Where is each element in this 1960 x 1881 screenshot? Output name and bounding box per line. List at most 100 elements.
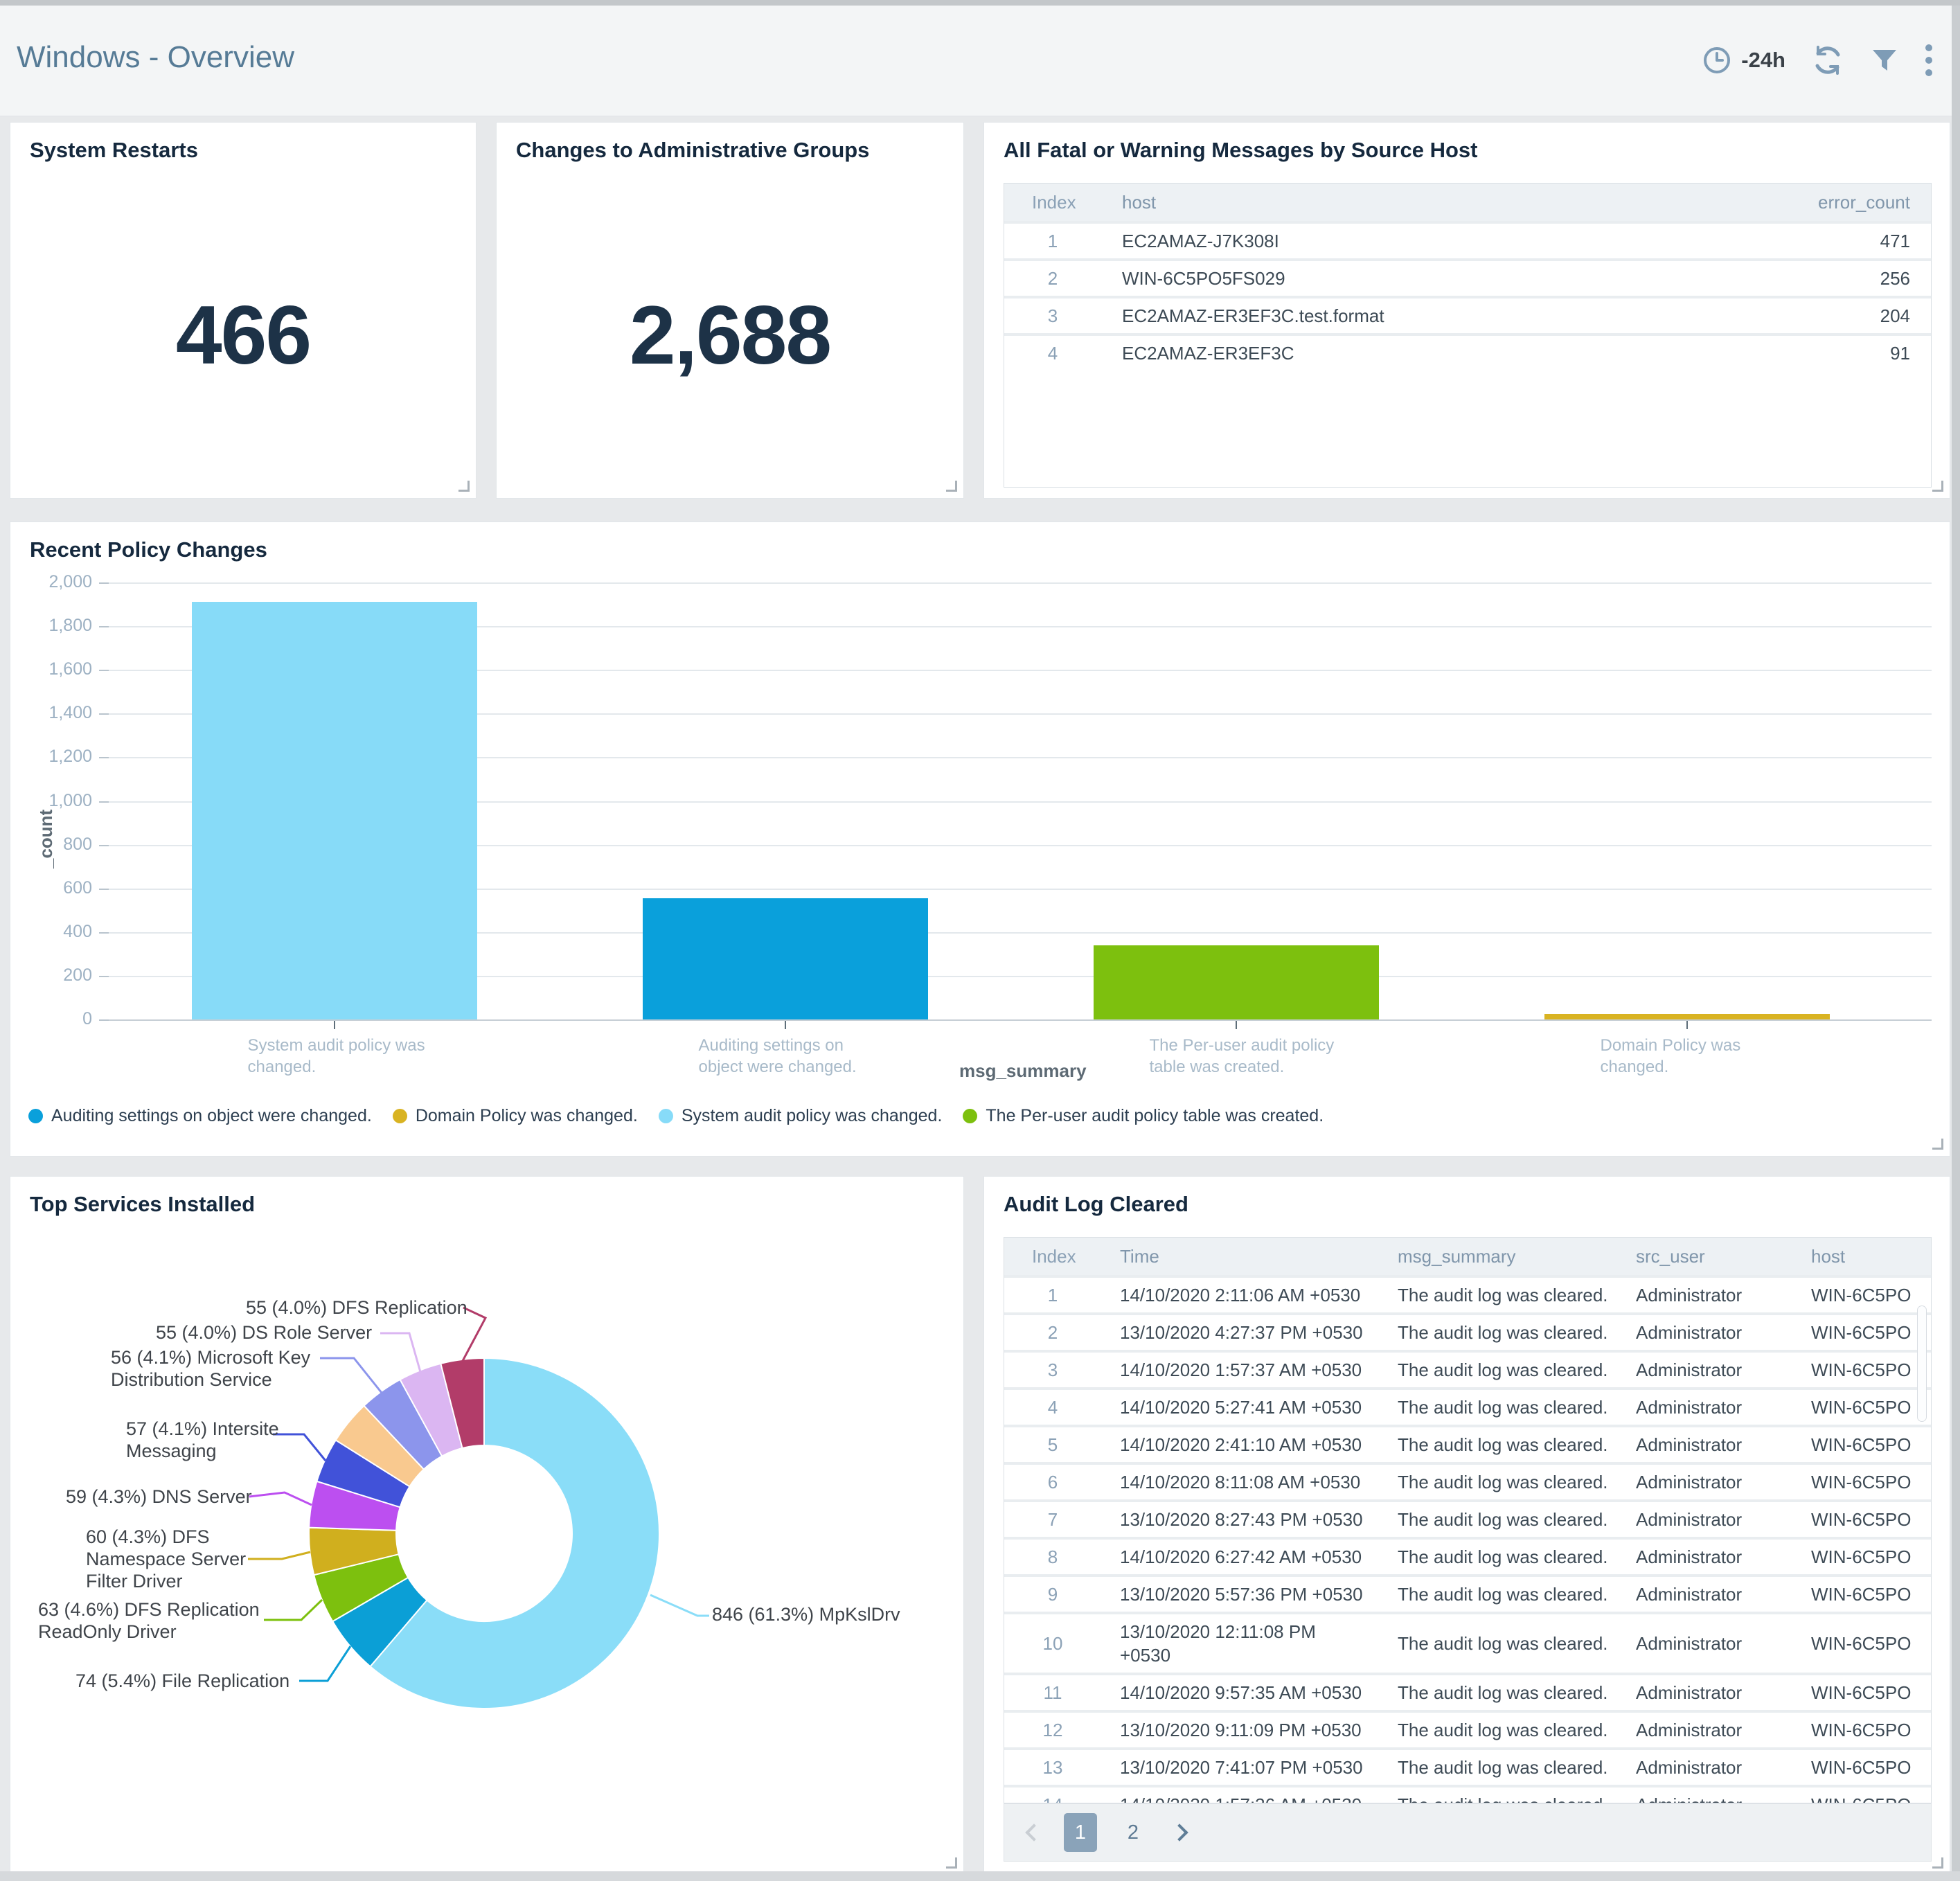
- y-tick: [99, 975, 109, 977]
- cell-host: WIN-6C5PO: [1811, 1359, 1912, 1380]
- table-row: 1 14/10/2020 2:11:06 AM +0530 The audit lo…: [1004, 1275, 1931, 1312]
- column-header-index[interactable]: Index: [1004, 192, 1101, 213]
- table-row: 1 EC2AMAZ-J7K308I 471: [1004, 221, 1931, 258]
- cell-host: WIN-6C5PO: [1811, 1546, 1912, 1567]
- table-scrollbar-thumb[interactable]: [1917, 1305, 1927, 1422]
- cell-host: WIN-6C5PO: [1811, 1756, 1912, 1778]
- column-header-index[interactable]: Index: [1004, 1246, 1101, 1267]
- cell-src-user: Administrator: [1636, 1756, 1743, 1778]
- pagination-next-icon[interactable]: [1170, 1824, 1188, 1842]
- cell-index: 2: [1047, 267, 1058, 289]
- y-tick-label: 600: [63, 877, 92, 898]
- x-tick-label: Domain Policy was changed.: [1600, 1036, 1741, 1076]
- donut-leader-line: [273, 1433, 327, 1461]
- cell-msg-summary: The audit log was cleared.: [1398, 1284, 1608, 1305]
- table-row: 4 EC2AMAZ-ER3EF3C 91: [1004, 333, 1931, 371]
- x-tick: [1235, 1021, 1237, 1029]
- donut-slice-label: 60 (4.3%) DFS Namespace Server Filter Dr…: [86, 1526, 247, 1592]
- table-header-row: Index host error_count: [1004, 184, 1931, 221]
- panel-system-restarts: System Restarts 466: [10, 122, 476, 499]
- cell-time: 14/10/2020 1:57:37 AM +0530: [1120, 1360, 1362, 1380]
- kebab-menu-icon[interactable]: [1925, 44, 1932, 76]
- cell-msg-summary: The audit log was cleared.: [1398, 1632, 1608, 1654]
- header-controls: -24h: [1702, 44, 1932, 76]
- donut-leader-line: [248, 1551, 311, 1560]
- cell-host: WIN-6C5PO: [1811, 1583, 1912, 1605]
- cell-host: WIN-6C5PO: [1811, 1396, 1912, 1418]
- table-row: 10 13/10/2020 12:11:08 PM +0530 The audit …: [1004, 1612, 1931, 1673]
- bar-3[interactable]: [1093, 945, 1379, 1019]
- table-header-row: Index Time msg_summary src_user host: [1004, 1238, 1931, 1275]
- column-header-host[interactable]: host: [1792, 1246, 1931, 1267]
- cell-src-user: Administrator: [1636, 1546, 1743, 1567]
- time-range-control[interactable]: -24h: [1702, 46, 1785, 75]
- cell-index: 4: [1047, 342, 1058, 364]
- legend-label: Auditing settings on object were changed…: [51, 1106, 372, 1125]
- x-axis-title: msg_summary: [959, 1060, 1087, 1081]
- cell-src-user: Administrator: [1636, 1632, 1743, 1654]
- legend-label: Domain Policy was changed.: [415, 1106, 638, 1125]
- cell-error-count: 256: [1880, 267, 1910, 289]
- cell-time: 13/10/2020 5:57:36 PM +0530: [1120, 1584, 1363, 1605]
- column-header-time[interactable]: Time: [1101, 1239, 1378, 1274]
- cell-time: 14/10/2020 1:57:36 AM +0530: [1101, 1788, 1378, 1803]
- cell-index: 5: [1047, 1434, 1058, 1455]
- cell-msg-summary: The audit log was cleared.: [1398, 1682, 1608, 1703]
- bar-2[interactable]: [642, 898, 928, 1019]
- cell-time: 14/10/2020 5:27:41 AM +0530: [1120, 1397, 1362, 1418]
- chart-legend: Auditing settings on object were changed…: [28, 1106, 1324, 1126]
- y-tick: [99, 757, 109, 759]
- table-row: 12 13/10/2020 9:11:09 PM +0530 The audit l…: [1004, 1710, 1931, 1747]
- column-header-msg-summary[interactable]: msg_summary: [1378, 1246, 1617, 1267]
- cell-msg-summary: The audit log was cleared.: [1398, 1546, 1608, 1567]
- cell-msg-summary: The audit log was cleared.: [1398, 1321, 1608, 1343]
- refresh-icon[interactable]: [1812, 44, 1844, 76]
- cell-time: 13/10/2020 8:27:43 PM +0530: [1120, 1509, 1363, 1530]
- x-tick-label: Auditing settings on object were changed…: [698, 1036, 857, 1076]
- column-header-host[interactable]: host: [1101, 192, 1751, 213]
- page-title: Windows - Overview: [17, 40, 294, 74]
- table-row: 13 13/10/2020 7:41:07 PM +0530 The audit l…: [1004, 1747, 1931, 1785]
- donut-slice-label: 56 (4.1%) Microsoft Key Distribution Ser…: [111, 1347, 311, 1390]
- table-row: 5 14/10/2020 2:41:10 AM +0530 The audit lo…: [1004, 1425, 1931, 1462]
- donut-leader-line: [299, 1646, 352, 1682]
- cell-index: 11: [1043, 1682, 1062, 1703]
- cell-src-user: Administrator: [1617, 1794, 1792, 1803]
- x-tick: [784, 1021, 786, 1029]
- cell-host: WIN-6C5PO: [1811, 1508, 1912, 1530]
- cell-index: 3: [1047, 1359, 1058, 1380]
- cell-src-user: Administrator: [1636, 1508, 1743, 1530]
- cell-msg-summary: The audit log was cleared.: [1398, 1396, 1608, 1418]
- cell-host: WIN-6C5PO: [1811, 1632, 1912, 1654]
- cell-msg-summary: The audit log was cleared.: [1398, 1756, 1608, 1778]
- fatal-messages-table: Index host error_count 1 EC2AMAZ-J7K308I 4…: [1004, 183, 1932, 488]
- y-tick: [99, 844, 109, 846]
- bar-4[interactable]: [1544, 1014, 1830, 1019]
- cell-host: WIN-6C5PO: [1811, 1719, 1912, 1740]
- column-header-src-user[interactable]: src_user: [1617, 1246, 1792, 1267]
- y-tick-label: 200: [63, 965, 92, 985]
- cell-host: WIN-6C5PO: [1811, 1471, 1912, 1492]
- cell-msg-summary: The audit log was cleared.: [1398, 1508, 1608, 1530]
- donut-slice-label: 59 (4.3%) DNS Server: [66, 1486, 252, 1507]
- cell-msg-summary: The audit log was cleared.: [1398, 1719, 1608, 1740]
- cell-time: 14/10/2020 6:27:42 AM +0530: [1120, 1546, 1362, 1567]
- cell-time: 13/10/2020 7:41:07 PM +0530: [1120, 1757, 1363, 1778]
- bar-1[interactable]: [191, 602, 477, 1019]
- y-tick: [99, 1019, 109, 1021]
- pagination-page-2[interactable]: 2: [1116, 1813, 1150, 1852]
- filter-icon[interactable]: [1870, 46, 1899, 75]
- y-tick-label: 0: [82, 1009, 92, 1028]
- cell-time: 13/10/2020 12:11:08 PM +0530: [1120, 1621, 1316, 1666]
- donut-slice-label: 63 (4.6%) DFS Replication ReadOnly Drive…: [38, 1599, 260, 1642]
- table-row: 2 WIN-6C5PO5FS029 256: [1004, 258, 1931, 296]
- table-row: 6 14/10/2020 8:11:08 AM +0530 The audit lo…: [1004, 1462, 1931, 1499]
- window-scrollbar-track[interactable]: [1952, 6, 1960, 1881]
- column-header-error-count[interactable]: error_count: [1751, 192, 1931, 213]
- audit-log-table: Index Time msg_summary src_user host 1 14…: [1004, 1237, 1932, 1803]
- pagination-page-1[interactable]: 1: [1064, 1813, 1097, 1852]
- legend-item: Domain Policy was changed.: [392, 1106, 638, 1126]
- table-row: 8 14/10/2020 6:27:42 AM +0530 The audit lo…: [1004, 1537, 1931, 1574]
- cell-msg-summary: The audit log was cleared.: [1378, 1794, 1617, 1803]
- pagination-prev-icon[interactable]: [1025, 1824, 1043, 1842]
